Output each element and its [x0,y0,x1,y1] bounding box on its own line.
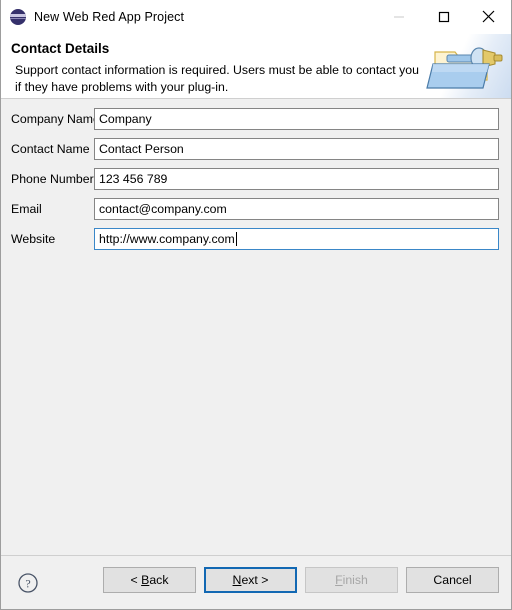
page-title: Contact Details [11,41,110,56]
help-icon[interactable]: ? [17,572,39,594]
page-description: Support contact information is required.… [15,63,419,94]
contact-name-input[interactable] [94,138,499,160]
form-row-website: Website [1,224,511,254]
contact-name-label: Contact Name [11,142,90,156]
email-input[interactable] [94,198,499,220]
email-label: Email [11,202,42,216]
title-bar: New Web Red App Project [1,0,511,34]
finish-button: Finish [305,567,398,593]
maximize-icon[interactable] [421,0,466,33]
wizard-header: Contact Details Support contact informat… [1,34,511,98]
back-button[interactable]: < Back [103,567,196,593]
form-body: Company Name Contact Name Phone Number E… [1,99,511,555]
cancel-button-label: Cancel [433,573,472,587]
window-controls [376,0,511,33]
eclipse-sphere-icon [10,8,26,25]
form-row-email: Email [1,194,511,224]
folder-plugin-icon [425,34,511,98]
window-title: New Web Red App Project [34,9,185,24]
form-row-contact-name: Contact Name [1,134,511,164]
next-button-label: Next > [232,573,269,587]
minimize-icon[interactable] [376,0,421,33]
svg-text:?: ? [25,577,30,591]
form-row-company-name: Company Name [1,104,511,134]
wizard-buttons: < Back Next > Finish Cancel [103,567,499,593]
cancel-button[interactable]: Cancel [406,567,499,593]
button-bar: ? < Back Next > Finish Cancel [1,556,511,609]
form-row-phone-number: Phone Number [1,164,511,194]
contact-details-form: Company Name Contact Name Phone Number E… [1,104,511,254]
next-button[interactable]: Next > [204,567,297,593]
company-name-label: Company Name [11,112,100,126]
website-input-wrap [94,228,499,250]
back-button-label: < Back [130,573,169,587]
phone-number-label: Phone Number [11,172,94,186]
website-label: Website [11,232,56,246]
company-name-input[interactable] [94,108,499,130]
wizard-dialog: New Web Red App Project Contact Details … [0,0,512,610]
close-icon[interactable] [466,0,511,33]
finish-button-label: Finish [335,573,368,587]
text-caret [236,232,237,246]
phone-number-input[interactable] [94,168,499,190]
website-input[interactable] [94,228,499,250]
